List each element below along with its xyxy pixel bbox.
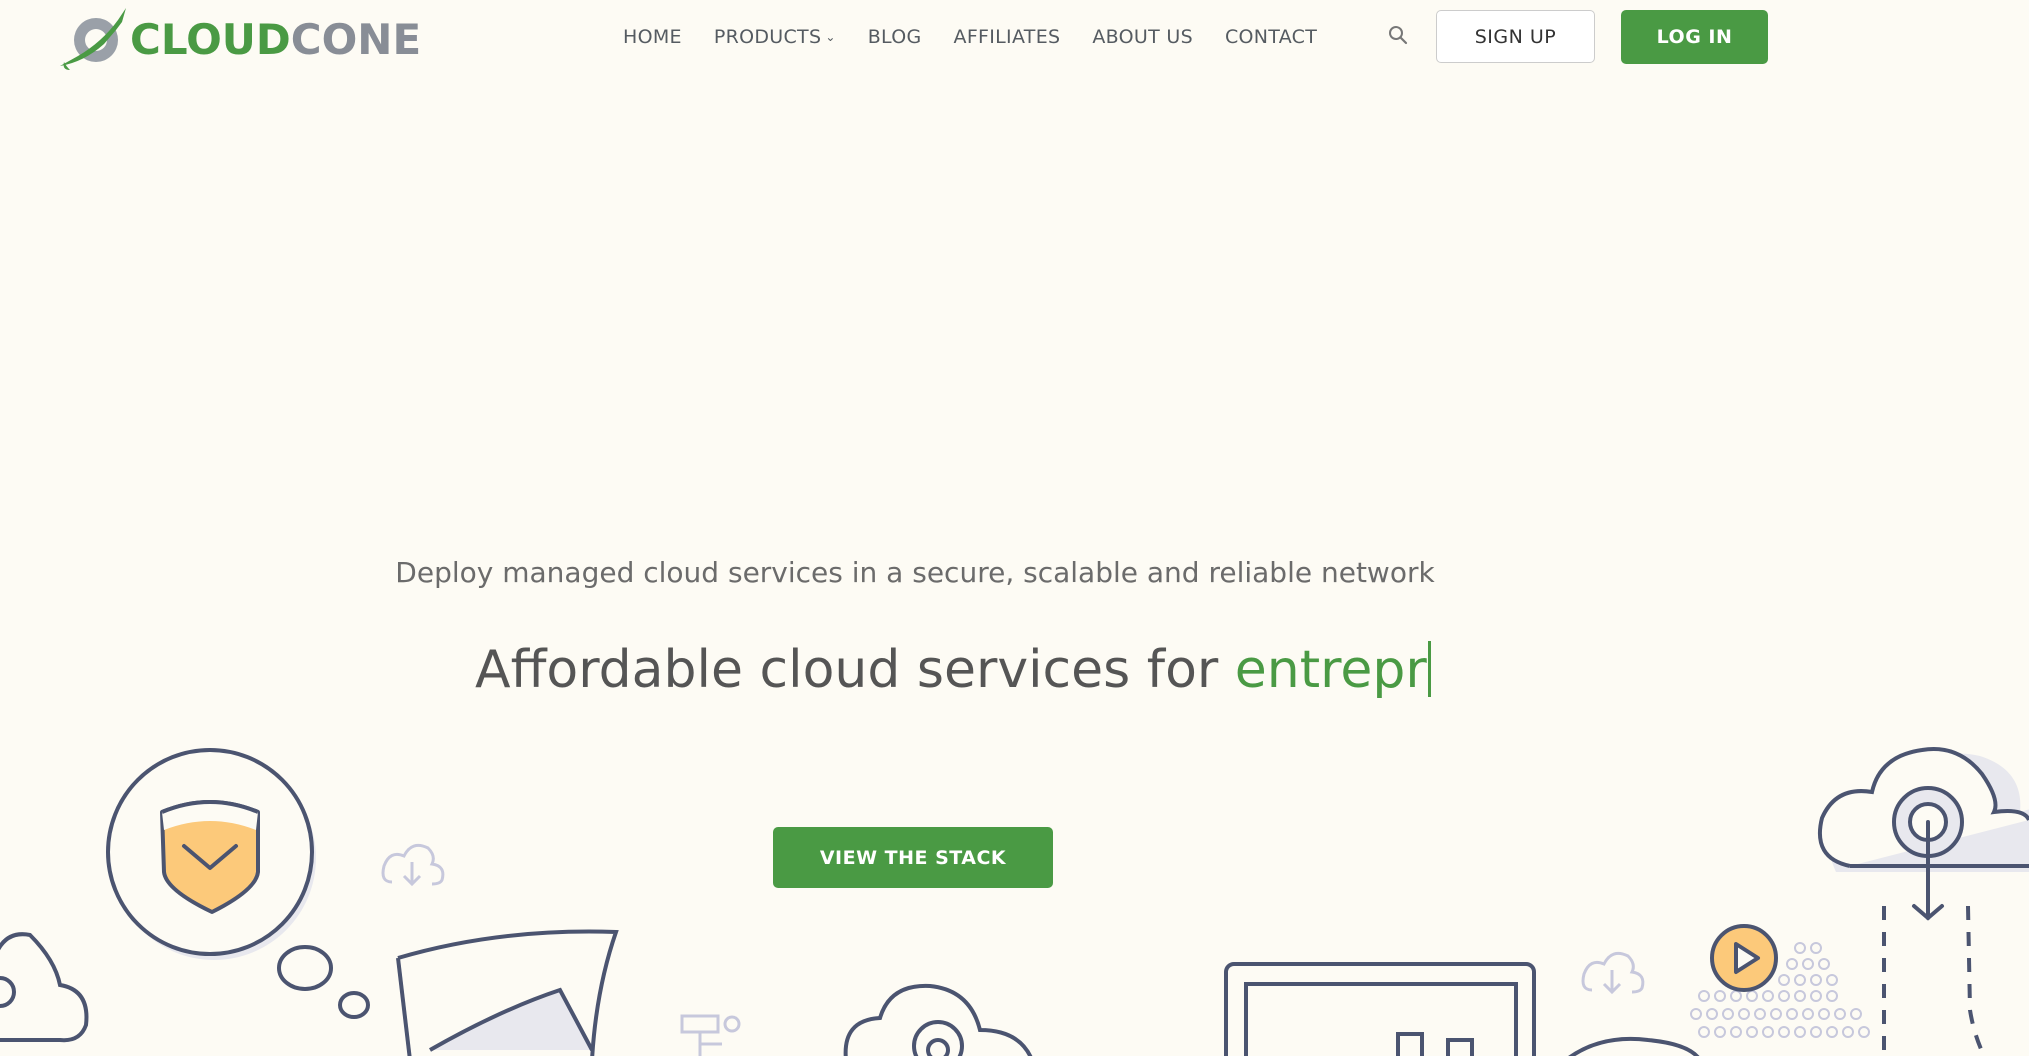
brand-logo[interactable]: CLOUDCONE (56, 4, 421, 74)
nav-item-about-us[interactable]: ABOUT US (1092, 26, 1193, 48)
nav-item-label: PRODUCTS (713, 26, 822, 48)
bottom-right-shape (1568, 1036, 1700, 1056)
nav-item-label: HOME (623, 26, 682, 48)
cloud-download-icon (381, 843, 445, 887)
nav-item-affiliates[interactable]: AFFILIATES (954, 26, 1061, 48)
monitor-illustration (1224, 962, 1536, 1056)
cloud-touch-illustration (1817, 747, 2029, 1056)
hero-title: Affordable cloud services for entrepr (475, 640, 1431, 700)
brand-name-part2: CONE (290, 14, 422, 64)
document-illustration (396, 929, 619, 1056)
chevron-down-icon: ⌄ (825, 30, 836, 44)
hero-title-typed: entrepr (1234, 640, 1427, 700)
site-header: CLOUDCONE HOME PRODUCTS ⌄ BLOG AFFILIATES… (0, 0, 2029, 76)
play-icon (1690, 924, 1870, 1038)
nav-item-products[interactable]: PRODUCTS ⌄ (714, 26, 836, 48)
search-icon[interactable] (1387, 24, 1409, 46)
nav-item-label: BLOG (867, 26, 922, 48)
nav-item-label: AFFILIATES (953, 26, 1061, 48)
nav-item-home[interactable]: HOME (623, 26, 682, 48)
nav-item-blog[interactable]: BLOG (868, 26, 922, 48)
cloudcone-logo-icon (60, 8, 126, 70)
nav-item-label: ABOUT US (1092, 26, 1193, 48)
typing-caret (1427, 641, 1431, 697)
nav-item-label: CONTACT (1224, 26, 1318, 48)
shield-icon (106, 748, 370, 1019)
network-diagram-icon (680, 1014, 741, 1056)
left-cloud-illustration (0, 932, 89, 1043)
log-in-button[interactable]: LOG IN (1621, 10, 1768, 64)
main-nav: HOME PRODUCTS ⌄ BLOG AFFILIATES ABOUT US … (623, 22, 1349, 52)
hero-subtitle: Deploy managed cloud services in a secur… (395, 556, 1435, 589)
cloud-upload-illustration (843, 983, 1033, 1056)
hero-illustration (0, 747, 2029, 1056)
brand-wordmark: CLOUDCONE (130, 15, 421, 64)
sign-up-button[interactable]: SIGN UP (1436, 10, 1595, 63)
cloud-download-icon (1581, 951, 1645, 995)
brand-name-part1: CLOUD (130, 14, 291, 64)
nav-item-contact[interactable]: CONTACT (1225, 26, 1317, 48)
hero-title-static: Affordable cloud services for (475, 640, 1235, 700)
